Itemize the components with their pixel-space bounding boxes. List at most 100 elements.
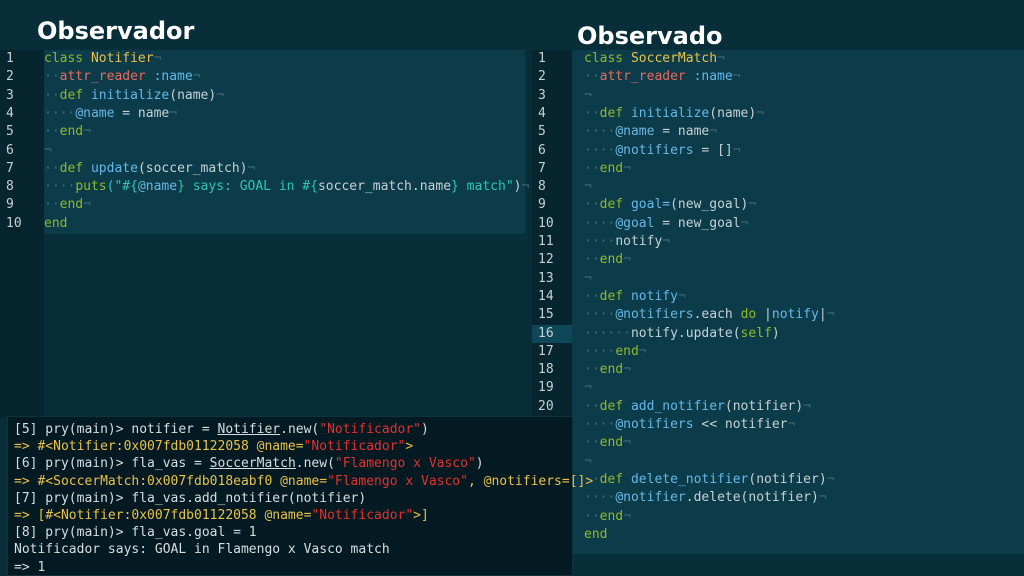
code-line[interactable]: ¬ <box>532 453 1024 471</box>
line-number: 15 <box>538 307 554 323</box>
line-number: 13 <box>538 270 554 286</box>
code-text: ····@goal = new_goal¬ <box>584 215 749 231</box>
code-line[interactable]: 7 ··end¬ <box>532 160 1024 178</box>
code-line[interactable]: 16 ······notify.update(self) <box>532 325 1024 343</box>
line-number: 18 <box>538 362 554 378</box>
terminal-line: [8] pry(main)> fla_vas.goal = 1 <box>14 525 257 541</box>
code-line[interactable]: 1 class Notifier¬ <box>0 50 525 68</box>
code-line[interactable]: 9 ··def goal=(new_goal)¬ <box>532 196 1024 214</box>
code-text: end <box>44 215 68 231</box>
code-text: class Notifier¬ <box>44 51 162 66</box>
code-line[interactable]: 3 ¬ <box>532 87 1024 105</box>
code-line[interactable]: ··end¬ <box>532 434 1024 452</box>
line-number: 6 <box>6 142 14 158</box>
line-number: 1 <box>538 51 546 66</box>
code-text: ····@notifier.delete(notifier)¬ <box>584 490 827 506</box>
code-text: ····@notifiers.each do |notify|¬ <box>584 307 835 323</box>
notifier-code-editor[interactable]: 1 class Notifier¬ 2 ··attr_reader :name¬ 3 ··… <box>0 50 529 418</box>
code-text: ··attr_reader :name¬ <box>584 69 741 85</box>
code-line[interactable]: 15 ····@notifiers.each do |notify|¬ <box>532 306 1024 324</box>
line-number: 16 <box>538 325 554 341</box>
code-text: end <box>584 526 608 542</box>
line-number: 17 <box>538 343 554 359</box>
observado-title: Observado <box>577 22 723 50</box>
line-number: 11 <box>538 234 554 249</box>
line-number: 4 <box>538 105 546 121</box>
code-line[interactable]: 10 ····@goal = new_goal¬ <box>532 215 1024 233</box>
line-number: 2 <box>6 69 14 85</box>
code-line[interactable]: 13 ¬ <box>532 270 1024 288</box>
code-line[interactable]: 6 ¬ <box>0 142 525 160</box>
line-number: 12 <box>538 252 554 268</box>
code-text: ¬ <box>584 380 592 396</box>
line-number: 7 <box>6 160 14 176</box>
code-line[interactable]: 10 end <box>0 215 525 233</box>
line-number: 9 <box>538 197 546 213</box>
line-number: 7 <box>538 160 546 176</box>
soccermatch-code-editor[interactable]: 1 class SoccerMatch¬ 2 ··attr_reader :name¬… <box>532 50 1024 555</box>
terminal-line: [6] pry(main)> fla_vas = SoccerMatch.new… <box>14 456 484 472</box>
pry-terminal[interactable]: [5] pry(main)> notifier = Notifier.new("… <box>7 416 593 576</box>
code-text: ··def initialize(name)¬ <box>44 87 225 103</box>
code-line[interactable]: 11 ····notify¬ <box>532 233 1024 251</box>
code-line[interactable]: 19 ¬ <box>532 379 1024 397</box>
code-line[interactable]: 17 ····end¬ <box>532 343 1024 361</box>
code-line[interactable]: 5 ··end¬ <box>0 123 525 141</box>
code-line[interactable]: 2 ··attr_reader :name¬ <box>0 68 525 86</box>
code-text: ¬ <box>584 453 592 469</box>
line-number: 3 <box>6 87 14 103</box>
terminal-line: => 1 <box>14 559 46 575</box>
code-line[interactable]: 4 ··def initialize(name)¬ <box>532 105 1024 123</box>
code-line[interactable]: 6 ····@notifiers = []¬ <box>532 142 1024 160</box>
terminal-line: Notificador says: GOAL in Flamengo x Vas… <box>14 542 390 558</box>
code-line[interactable]: 8 ····puts("#{@name} says: GOAL in #{socc… <box>0 178 529 196</box>
code-text: ¬ <box>44 142 52 158</box>
terminal-line: => #<Notifier:0x007fdb01122058 @name="No… <box>14 439 414 455</box>
code-text: ··end¬ <box>44 124 91 140</box>
line-number: 4 <box>6 105 14 121</box>
code-line[interactable]: ··end¬ <box>532 508 1024 526</box>
line-number: 6 <box>538 142 546 158</box>
line-number: 3 <box>538 87 546 103</box>
code-text: ····@name = name¬ <box>584 124 718 140</box>
line-number: 14 <box>538 288 554 304</box>
code-text: ··end¬ <box>584 362 631 378</box>
code-text: ··def add_notifier(notifier)¬ <box>584 398 811 414</box>
line-number: 1 <box>6 51 14 66</box>
line-number: 10 <box>538 215 554 231</box>
code-line[interactable]: 7 ··def update(soccer_match)¬ <box>0 160 525 178</box>
code-line[interactable]: 4 ····@name = name¬ <box>0 105 525 123</box>
code-line[interactable]: 14 ··def notify¬ <box>532 288 1024 306</box>
code-line[interactable]: ····@notifier.delete(notifier)¬ <box>532 489 1024 507</box>
code-line[interactable]: 20 ··def add_notifier(notifier)¬ <box>532 398 1024 416</box>
code-text: ··def initialize(name)¬ <box>584 105 765 121</box>
code-text: ··end¬ <box>584 160 631 176</box>
code-text: ··end¬ <box>584 508 631 524</box>
code-line[interactable]: ··def delete_notifier(notifier)¬ <box>532 471 1024 489</box>
line-number: 8 <box>538 179 546 195</box>
code-line[interactable]: 8 ¬ <box>532 178 1024 196</box>
code-text: ····end¬ <box>584 343 647 359</box>
code-text: ··def update(soccer_match)¬ <box>44 160 256 176</box>
code-line[interactable]: 18 ··end¬ <box>532 361 1024 379</box>
code-line[interactable]: 2 ··attr_reader :name¬ <box>532 68 1024 86</box>
code-text: ¬ <box>584 270 592 286</box>
line-number: 8 <box>6 179 14 195</box>
code-text: ··def notify¬ <box>584 288 686 304</box>
code-text: ··def goal=(new_goal)¬ <box>584 197 757 213</box>
code-line[interactable]: 9 ··end¬ <box>0 196 525 214</box>
code-text: ······notify.update(self) <box>584 325 780 341</box>
line-number: 5 <box>538 124 546 140</box>
code-line[interactable]: 12 ··end¬ <box>532 251 1024 269</box>
code-line[interactable]: end <box>532 526 1024 544</box>
code-text: ····@name = name¬ <box>44 105 178 121</box>
code-line[interactable]: ····@notifiers << notifier¬ <box>532 416 1024 434</box>
code-text: ¬ <box>584 179 592 195</box>
code-line[interactable]: 3 ··def initialize(name)¬ <box>0 87 525 105</box>
code-text: ····@notifiers << notifier¬ <box>584 417 796 432</box>
code-line[interactable]: 5 ····@name = name¬ <box>532 123 1024 141</box>
code-line[interactable]: 1 class SoccerMatch¬ <box>532 50 1024 68</box>
code-text: ··attr_reader :name¬ <box>44 69 201 85</box>
terminal-line: [5] pry(main)> notifier = Notifier.new("… <box>14 422 429 437</box>
line-number: 10 <box>6 215 22 231</box>
